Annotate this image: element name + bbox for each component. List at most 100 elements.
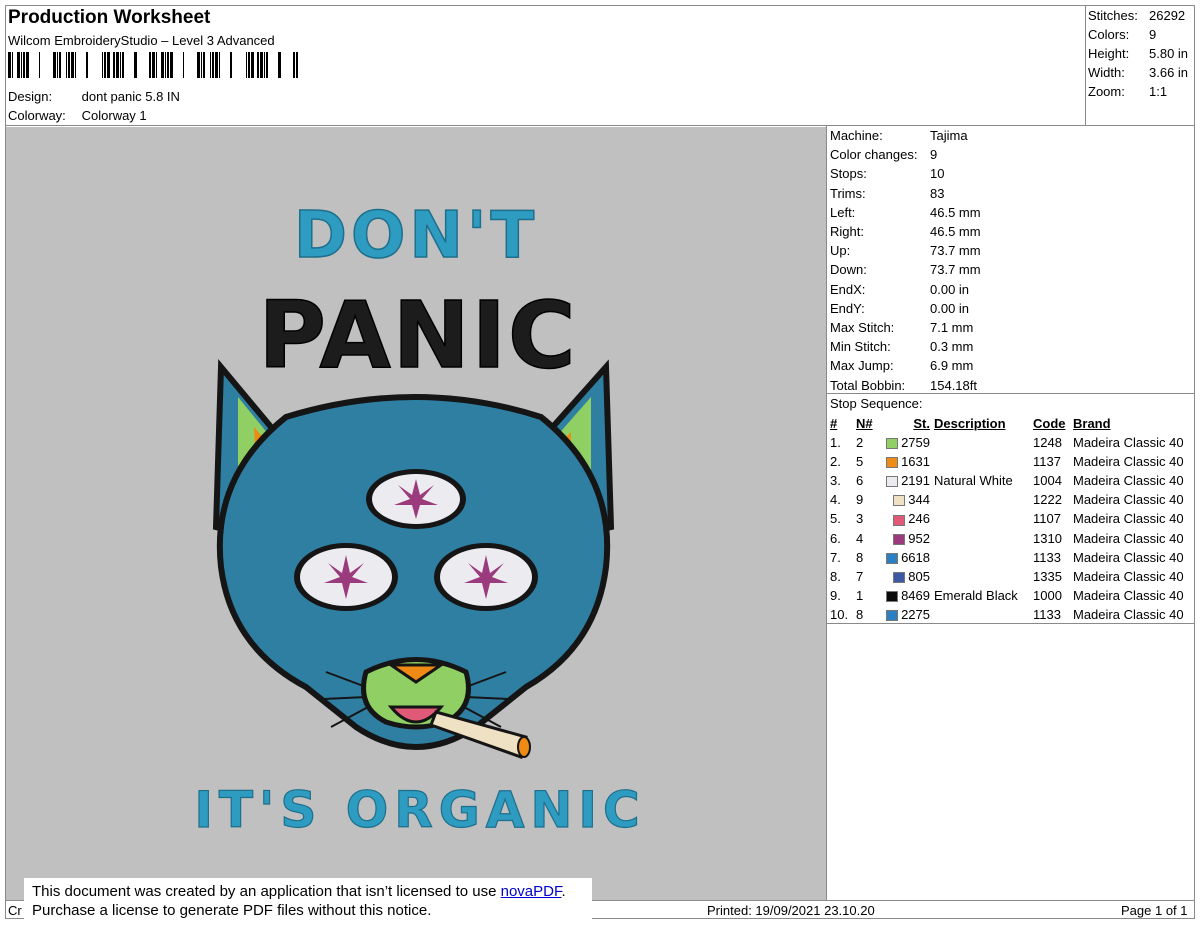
machine-label: Total Bobbin: (830, 377, 906, 393)
machine-value: 7.1 mm (930, 320, 974, 336)
row-stitches: 805 (908, 568, 930, 584)
machine-label: Machine: (830, 128, 883, 143)
machine-label: Down: (830, 262, 867, 278)
row-code: 1137 (1033, 454, 1061, 470)
barcode-bar (39, 52, 40, 78)
color-swatch (886, 438, 899, 450)
row-code: 1222 (1033, 492, 1062, 508)
barcode-bar (203, 52, 205, 78)
barcode-bar (278, 52, 281, 78)
row-needle: 2 (856, 435, 864, 451)
table-row: 8. 7 805 1335 Madeira Classic 40 (828, 567, 1186, 586)
col-needle: N# (856, 416, 873, 431)
machine-row: Left: 46.5 mm (830, 203, 981, 222)
notice-line-1: This document was created by an applicat… (32, 882, 584, 901)
machine-info: Machine: Tajima Color changes: 9 Stops: 10 Tri… (830, 126, 981, 395)
row-brand: Madeira Classic 40 (1073, 492, 1184, 508)
machine-value: 83 (930, 185, 945, 201)
table-row: 6. 4 952 1310 Madeira Classic 40 (828, 529, 1186, 548)
col-stitches: St. (913, 416, 930, 431)
row-stitches-cell: 952 (878, 529, 932, 548)
cat-head (212, 359, 615, 759)
barcode-bar (26, 52, 29, 78)
barcode (8, 52, 299, 78)
machine-label: Left: (830, 204, 856, 220)
color-swatch (886, 476, 899, 488)
row-index: 10. (830, 606, 849, 622)
machine-row: Min Stitch: 0.3 mm (830, 337, 981, 356)
colorway-row: Colorway: Colorway 1 (8, 108, 147, 123)
row-index: 6. (830, 530, 841, 546)
row-brand: Madeira Classic 40 (1073, 511, 1184, 527)
barcode-bar (197, 52, 200, 78)
header-bottom-rule (5, 125, 1195, 126)
page-number: Page 1 of 1 (1121, 903, 1188, 918)
machine-label: EndY: (830, 300, 865, 316)
row-index: 1. (830, 435, 841, 451)
barcode-bar (134, 52, 137, 78)
row-index: 5. (830, 511, 841, 527)
barcode-bar (183, 52, 184, 78)
row-stitches-cell: 2759 (878, 433, 932, 452)
stat-row: Width: 3.66 in (1088, 63, 1188, 82)
row-stitches: 6618 (901, 549, 930, 565)
stat-row: Height: 5.80 in (1088, 44, 1188, 63)
barcode-bar (165, 52, 166, 78)
row-brand: Madeira Classic 40 (1073, 568, 1184, 584)
machine-row: Total Bobbin: 154.18ft (830, 376, 981, 395)
row-code: 1310 (1033, 530, 1062, 546)
barcode-bar (230, 52, 232, 78)
barcode-bar (201, 52, 202, 78)
table-row: 9. 1 8469 Emerald Black 1000 Madeira Classic … (828, 586, 1186, 605)
machine-label: Up: (830, 243, 851, 259)
barcode-bar (293, 52, 295, 78)
row-code: 1004 (1033, 473, 1062, 489)
header-block: Production Worksheet Wilcom EmbroiderySt… (8, 7, 299, 81)
row-code: 1000 (1033, 587, 1062, 603)
row-needle: 4 (856, 530, 864, 546)
design-preview: DON'T PANIC IT'S ORGANIC (6, 127, 826, 900)
stat-label: Stitches: (1088, 8, 1138, 23)
barcode-bar (152, 52, 155, 78)
machine-value: 0.3 mm (930, 339, 974, 355)
machine-label: Max Stitch: (830, 320, 895, 336)
barcode-bar (59, 52, 61, 78)
row-brand: Madeira Classic 40 (1073, 435, 1184, 451)
barcode-bar (149, 52, 151, 78)
stop-sequence-title: Stop Sequence: (830, 396, 923, 411)
machine-row: Max Jump: 6.9 mm (830, 356, 981, 375)
row-stitches-cell: 2191 (878, 471, 932, 490)
barcode-bar (251, 52, 254, 78)
row-brand: Madeira Classic 40 (1073, 530, 1184, 546)
notice-line-2: Purchase a license to generate PDF files… (32, 902, 432, 919)
row-brand: Madeira Classic 40 (1073, 587, 1184, 603)
table-row: 10. 8 2275 1133 Madeira Classic 40 (828, 605, 1186, 624)
barcode-bar (53, 52, 56, 78)
row-stitches: 1631 (901, 454, 930, 470)
barcode-bar (113, 52, 115, 78)
machine-label: Right: (830, 224, 864, 240)
row-brand: Madeira Classic 40 (1073, 473, 1184, 489)
barcode-bar (75, 52, 76, 78)
software-name: Wilcom EmbroideryStudio – Level 3 Advanc… (8, 33, 275, 48)
color-swatch (886, 552, 899, 564)
row-needle: 3 (856, 511, 864, 527)
barcode-bar (260, 52, 263, 78)
machine-value: Tajima (930, 128, 968, 143)
design-value: dont panic 5.8 IN (81, 89, 180, 104)
barcode-bar (246, 52, 247, 78)
barcode-bar (122, 52, 124, 78)
barcode-bar (120, 52, 121, 78)
row-code: 1133 (1033, 549, 1061, 565)
machine-row: Up: 73.7 mm (830, 241, 981, 260)
colorway-label: Colorway: (8, 108, 66, 123)
artwork-text-mid: PANIC (259, 282, 578, 389)
novapdf-link[interactable]: novaPDF (501, 883, 562, 900)
machine-row: Max Stitch: 7.1 mm (830, 318, 981, 337)
barcode-bar (71, 52, 74, 78)
row-stitches: 8469 (901, 587, 930, 603)
machine-row: EndX: 0.00 in (830, 280, 981, 299)
stat-row: Colors: 9 (1088, 25, 1188, 44)
machine-value: 0.00 in (930, 300, 970, 316)
barcode-bar (21, 52, 22, 78)
